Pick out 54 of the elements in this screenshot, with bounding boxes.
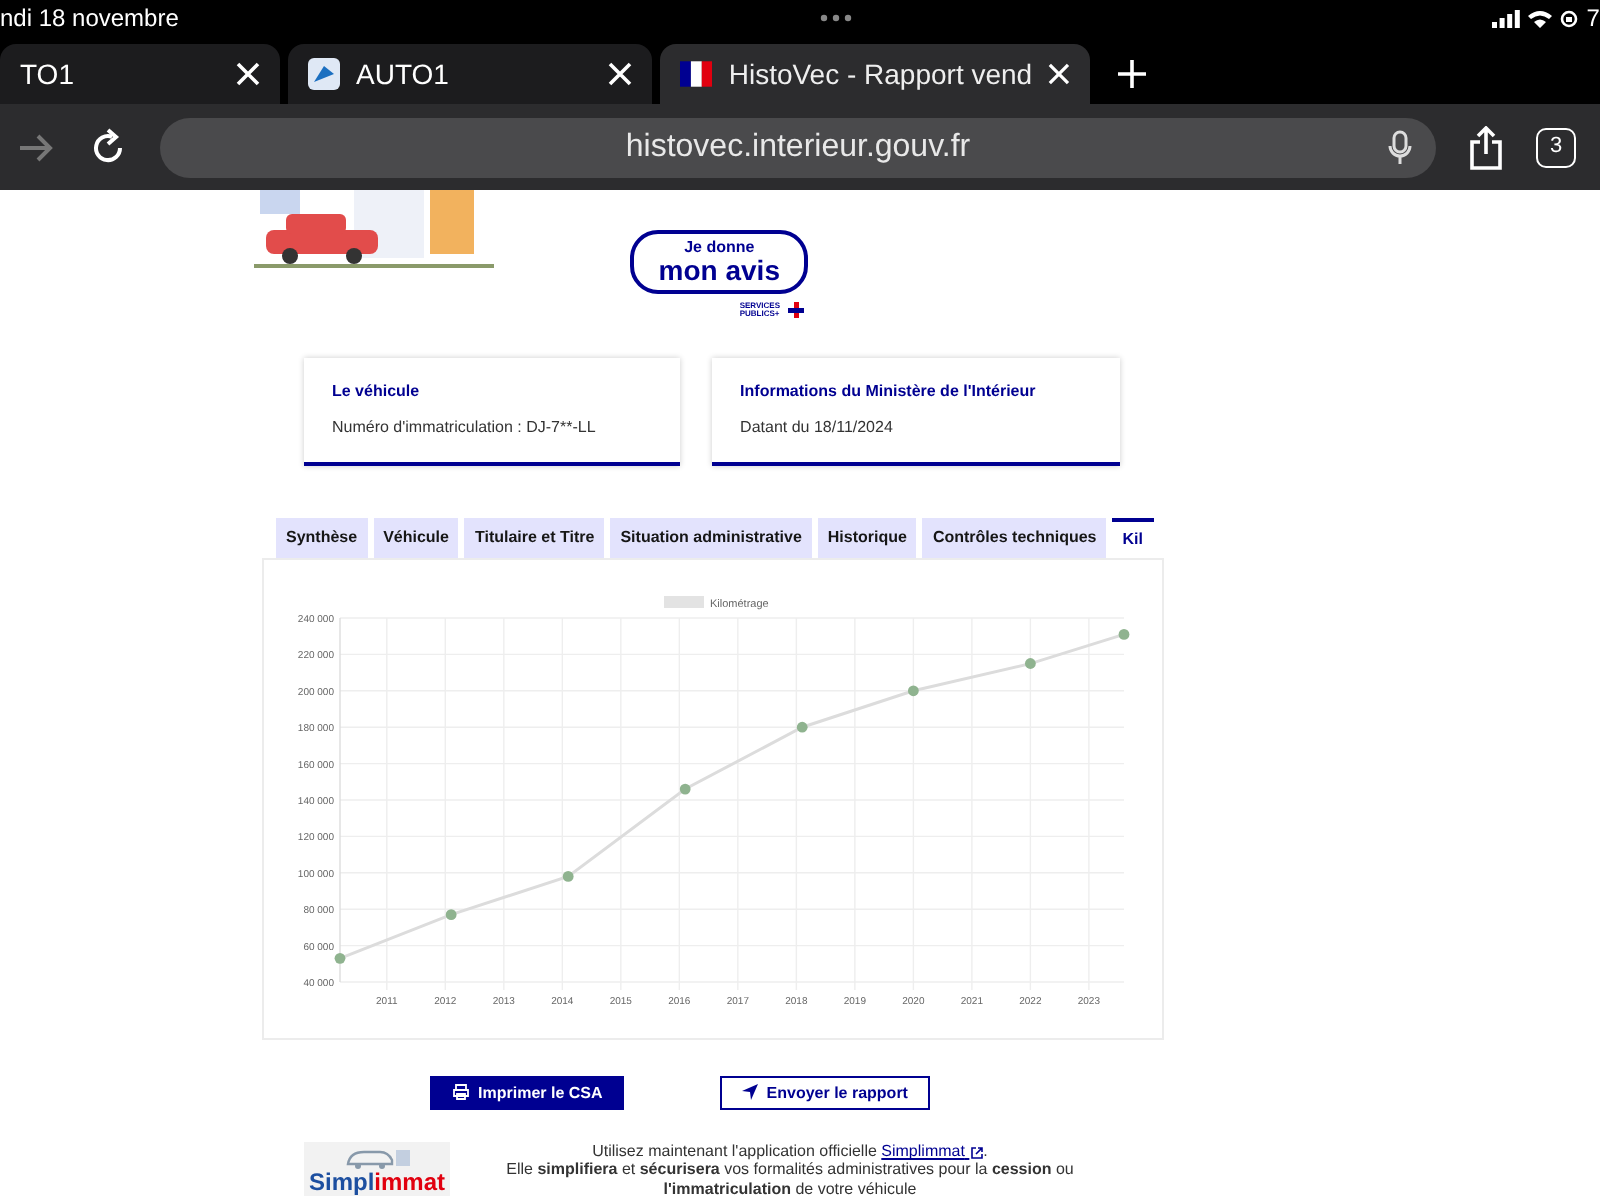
feedback-badge[interactable]: Je donne mon avis (630, 230, 808, 294)
browser-tab[interactable]: AUTO1 (288, 44, 652, 104)
close-icon[interactable] (236, 62, 260, 86)
print-button[interactable]: Imprimer le CSA (430, 1075, 625, 1111)
tab-count-button[interactable]: 3 (1536, 127, 1576, 167)
tab-title: AUTO1 (356, 55, 451, 93)
simplimmat-link[interactable]: Simplimmat (881, 1142, 984, 1161)
close-icon[interactable] (608, 62, 632, 86)
send-button[interactable]: Envoyer le rapport (720, 1075, 930, 1111)
signal-icon (1492, 9, 1521, 27)
share-icon[interactable] (1468, 125, 1504, 169)
more-dots-icon (819, 14, 852, 22)
promo-description: Elle simplifiera et sécurisera vos formalités administratives pour la cession ou (504, 1160, 1076, 1180)
report-tab[interactable]: Véhicule (373, 518, 459, 558)
send-arrow-icon (742, 1084, 759, 1101)
wifi-icon (1528, 9, 1553, 27)
browser-tab[interactable]: HistoVec - Rapport vend (660, 44, 1090, 104)
address-bar[interactable]: histovec.interieur.gouv.fr (160, 117, 1436, 177)
data-point (334, 952, 346, 963)
report-tab[interactable]: Historique (817, 518, 917, 558)
lock-rotation-icon (1560, 9, 1579, 27)
card-text: Numéro d'immatriculation : DJ-7**-LL (332, 417, 598, 437)
data-point (679, 782, 691, 794)
card-title: Informations du Ministère de l'Intérieur (740, 382, 1038, 402)
forward-arrow-icon[interactable] (16, 131, 56, 163)
battery-percent: 7 (1586, 2, 1600, 36)
app-favicon-icon (308, 58, 340, 90)
data-point (445, 908, 457, 920)
microphone-icon[interactable] (1388, 129, 1412, 165)
promo-sentence: Utilisez maintenant l'application officielle Simplimmat . (590, 1142, 990, 1161)
plus-logo-icon (788, 302, 804, 318)
report-tab[interactable]: Situation administrative (610, 518, 812, 558)
data-point (907, 684, 919, 696)
report-tab[interactable]: Titulaire et Titre (464, 518, 605, 558)
report-tab[interactable]: Synthèse (276, 518, 368, 558)
external-link-icon (969, 1145, 984, 1160)
reload-icon[interactable] (88, 127, 128, 167)
tab-title: HistoVec - Rapport vend (728, 55, 1033, 94)
data-point (796, 721, 808, 732)
data-point (1118, 628, 1130, 639)
close-icon[interactable] (1048, 62, 1070, 86)
simplimmat-logo: Simplimmat (304, 1142, 450, 1197)
card-title: Le véhicule (332, 382, 422, 402)
report-tab[interactable]: Contrôles techniques (922, 518, 1107, 558)
browser-tab[interactable]: TO1 (0, 44, 280, 104)
status-date: ndi 18 novembre (0, 2, 179, 36)
data-point (1025, 657, 1036, 669)
promo-description-end: l'immatriculation de votre véhicule (661, 1179, 919, 1198)
new-tab-icon[interactable] (1118, 60, 1146, 88)
printer-icon (452, 1084, 471, 1101)
card-text: Datant du 18/11/2024 (740, 417, 895, 437)
data-point (562, 870, 574, 882)
tab-title: TO1 (20, 55, 76, 93)
flag-favicon-icon (680, 60, 713, 88)
